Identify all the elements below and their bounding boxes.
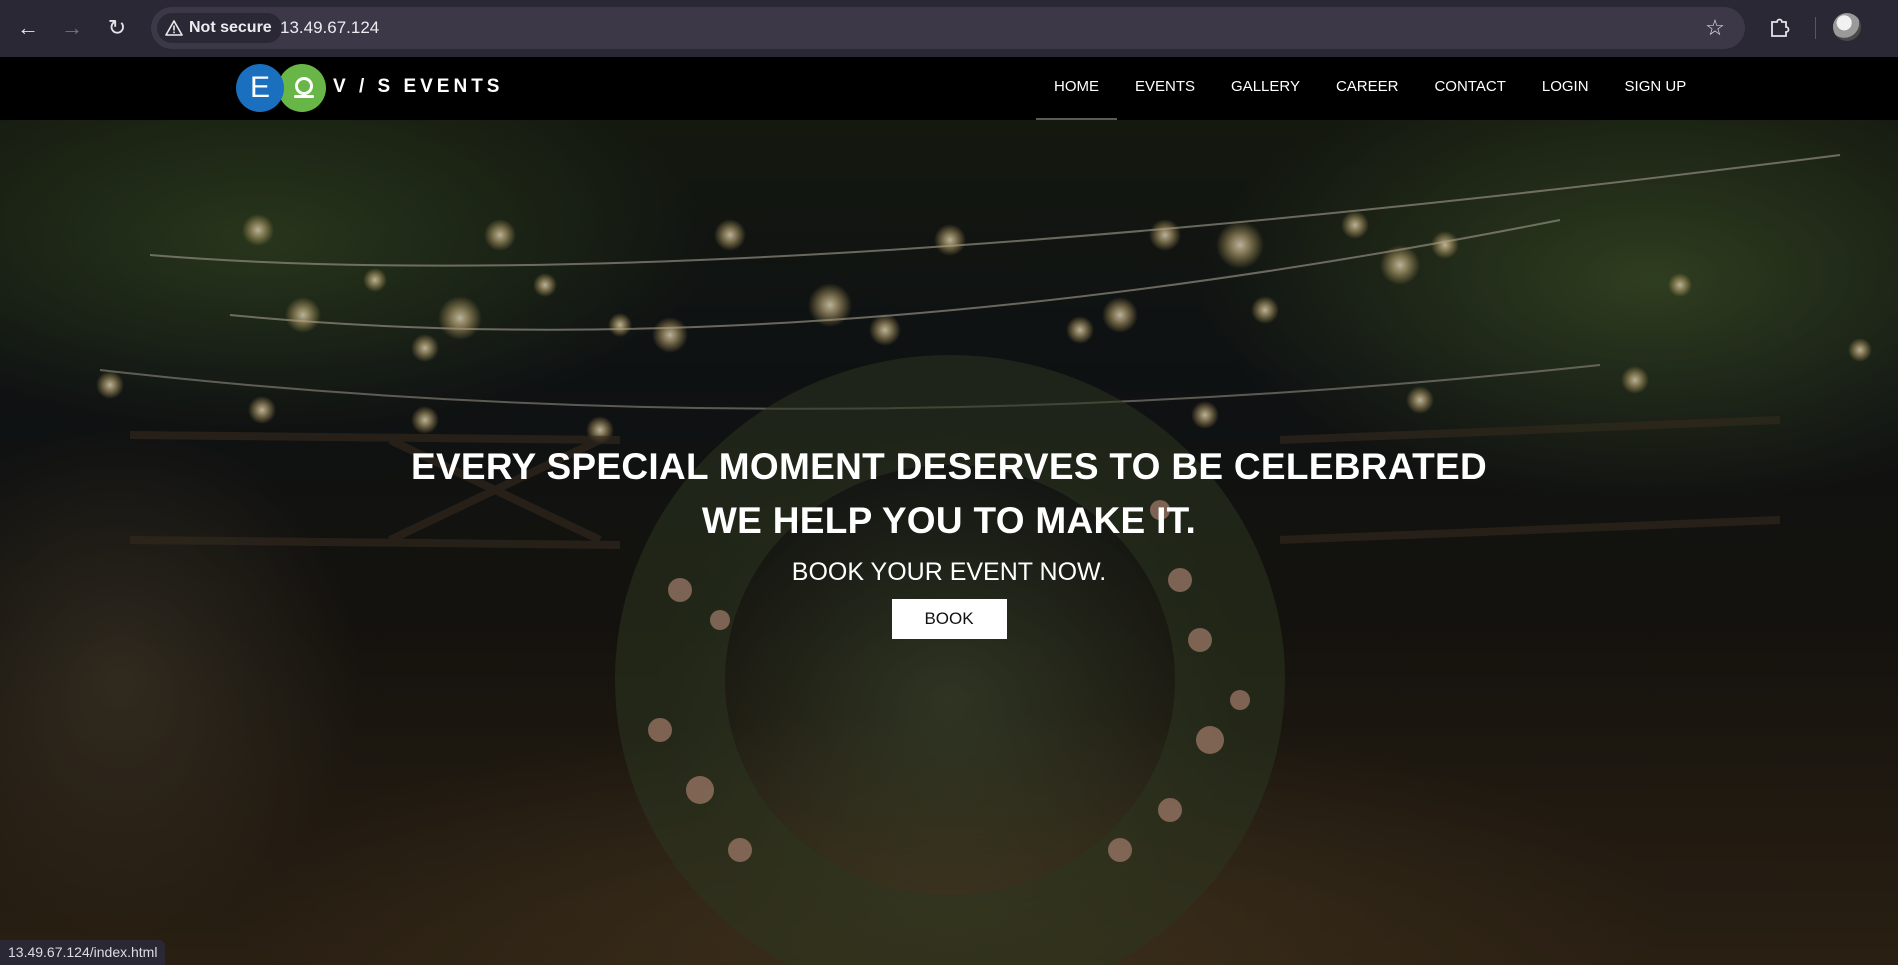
security-label: Not secure <box>189 19 272 36</box>
nav-home[interactable]: HOME <box>1036 57 1117 120</box>
reload-icon[interactable]: ↻ <box>101 12 133 44</box>
hero-heading: EVERY SPECIAL MOMENT DESERVES TO BE CELE… <box>0 440 1898 548</box>
hero-section: EVERY SPECIAL MOMENT DESERVES TO BE CELE… <box>0 120 1898 965</box>
profile-icon[interactable] <box>1833 13 1861 41</box>
address-bar[interactable]: Not secure 13.49.67.124 ☆ <box>151 7 1745 49</box>
hero-heading-line-2: WE HELP YOU TO MAKE IT. <box>701 500 1197 541</box>
extensions-icon[interactable] <box>1763 12 1795 44</box>
security-chip[interactable]: Not secure <box>157 13 282 43</box>
nav-career[interactable]: CAREER <box>1318 57 1417 120</box>
star-icon[interactable]: ☆ <box>1701 14 1729 42</box>
nav-gallery[interactable]: GALLERY <box>1213 57 1318 120</box>
nav-events[interactable]: EVENTS <box>1117 57 1213 120</box>
hero-subheading: BOOK YOUR EVENT NOW. <box>791 558 1107 586</box>
brand-name[interactable]: V / S EVENTS <box>333 57 503 117</box>
nav-sign-up[interactable]: SIGN UP <box>1607 57 1705 120</box>
nav-login[interactable]: LOGIN <box>1524 57 1607 120</box>
main-nav: HOME EVENTS GALLERY CAREER CONTACT LOGIN… <box>1036 57 1704 120</box>
forward-icon[interactable]: → <box>56 12 88 44</box>
book-button[interactable]: BOOK <box>891 599 1007 639</box>
nav-contact[interactable]: CONTACT <box>1416 57 1523 120</box>
link-status-bubble: 13.49.67.124/index.html <box>0 940 166 965</box>
url-text[interactable]: 13.49.67.124 <box>280 7 379 49</box>
hero-heading-line-1: EVERY SPECIAL MOMENT DESERVES TO BE CELE… <box>410 446 1488 487</box>
location-pin-icon <box>295 77 313 95</box>
hero-content: EVERY SPECIAL MOMENT DESERVES TO BE CELE… <box>0 440 1898 639</box>
toolbar-divider <box>1815 17 1816 39</box>
browser-toolbar: ← → ↻ Not secure 13.49.67.124 ☆ <box>0 0 1898 58</box>
logo-blue-circle: E <box>236 64 284 112</box>
back-icon[interactable]: ← <box>12 12 44 44</box>
pin-base <box>294 95 314 98</box>
logo[interactable]: E <box>236 64 326 112</box>
warning-icon <box>165 20 183 36</box>
site-header: E V / S EVENTS HOME EVENTS GALLERY CAREE… <box>0 57 1898 120</box>
